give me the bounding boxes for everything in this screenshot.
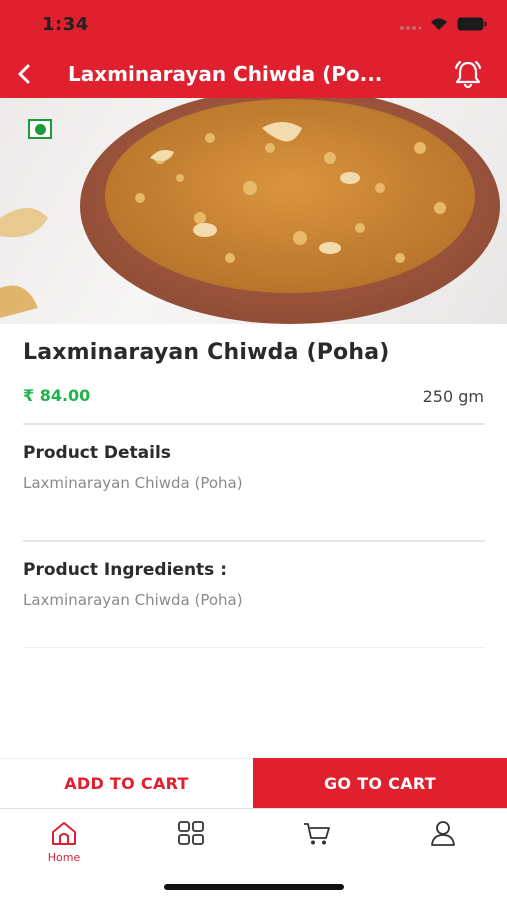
ingredients-title: Product Ingredients : (23, 560, 228, 580)
signal-icon (399, 16, 422, 35)
nav-bar: Laxminarayan Chiwda (Po... (0, 52, 507, 98)
page-title: Laxminarayan Chiwda (Po... (68, 62, 383, 86)
user-icon (431, 821, 455, 846)
product-name: Laxminarayan Chiwda (Poha) (23, 340, 390, 365)
status-icons (399, 16, 487, 35)
details-text: Laxminarayan Chiwda (Poha) (23, 474, 243, 492)
tab-home-label: Home (47, 851, 81, 864)
grid-icon (178, 821, 204, 845)
tab-cart[interactable] (277, 819, 357, 869)
add-to-cart-button[interactable]: ADD TO CART (0, 758, 253, 808)
tab-profile[interactable] (403, 819, 483, 869)
tab-categories[interactable] (151, 819, 231, 869)
home-icon (52, 822, 76, 845)
divider (23, 540, 485, 542)
chevron-left-icon (18, 64, 30, 84)
go-to-cart-button[interactable]: GO TO CART (253, 758, 507, 808)
ingredients-text: Laxminarayan Chiwda (Poha) (23, 591, 243, 609)
notification-button[interactable] (451, 57, 485, 91)
status-bar: 1:34 (0, 0, 507, 52)
back-button[interactable] (10, 60, 38, 88)
product-photo (0, 98, 500, 324)
details-title: Product Details (23, 443, 171, 463)
divider (23, 423, 485, 425)
status-time: 1:34 (42, 14, 89, 35)
product-weight: 250 gm (422, 387, 484, 406)
veg-mark-icon (28, 119, 52, 139)
wifi-icon (429, 16, 449, 35)
cart-actions: ADD TO CART GO TO CART (0, 758, 507, 808)
battery-icon (457, 16, 487, 35)
bell-ring-icon (454, 60, 482, 89)
divider (23, 647, 485, 648)
product-price: ₹ 84.00 (23, 386, 91, 405)
app-header: 1:34 Laxminarayan Chiwda (Po... (0, 0, 507, 98)
tab-home[interactable]: Home (24, 819, 104, 869)
cart-icon (304, 823, 330, 845)
home-indicator (164, 884, 344, 890)
product-image (0, 98, 507, 324)
